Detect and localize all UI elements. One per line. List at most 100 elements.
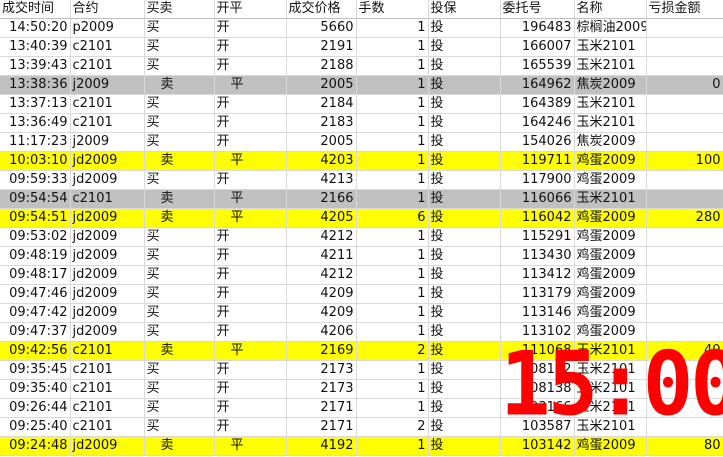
table-row[interactable]: 13:37:13 c2101 买开 2184 1 投 164389 玉米2101 [0,94,723,114]
cell-hedge: 投 [428,189,501,209]
cell-side: 买 [144,132,215,152]
cell-time: 09:54:54 [0,189,71,209]
cell-side: 卖 [144,151,215,171]
cell-time: 09:48:19 [0,246,71,266]
cell-qty: 1 [356,75,429,95]
table-row[interactable]: 13:40:39 c2101 买开 2191 1 投 166007 玉米2101 [0,37,723,57]
col-header-time[interactable]: 成交时间 [0,0,71,19]
col-header-qty[interactable]: 手数 [356,0,429,19]
cell-qty: 1 [356,132,429,152]
cell-qty: 1 [356,94,429,114]
cell-loss [646,227,723,247]
cell-oc: 平 [214,436,287,456]
cell-price: 4209 [286,284,357,304]
cell-hedge: 投 [428,322,501,342]
cell-loss [646,113,723,133]
table-row[interactable]: 11:17:23 j2009 买开 2005 1 投 154026 焦炭2009 [0,132,723,152]
cell-loss: 80 [646,436,723,456]
cell-name: 玉米2101 [574,94,647,114]
cell-loss [646,37,723,57]
table-row[interactable]: 09:24:48 jd2009 卖平 4192 1 投 103142 鸡蛋2009 80 [0,436,723,456]
cell-side: 卖 [144,341,215,361]
cell-oc: 开 [214,360,287,380]
table-row[interactable]: 09:54:54 c2101 卖平 2166 1 投 116066 玉米2101 [0,189,723,209]
table-row[interactable]: 09:48:17 jd2009 买开 4212 1 投 113412 鸡蛋2009 [0,265,723,285]
table-row[interactable]: 09:47:37 jd2009 买开 4206 1 投 113102 鸡蛋2009 [0,322,723,342]
cell-hedge: 投 [428,75,501,95]
cell-name: 鸡蛋2009 [574,208,647,228]
cell-qty: 1 [356,436,429,456]
cell-time: 13:36:49 [0,113,71,133]
cell-order: 116066 [500,189,575,209]
cell-oc: 开 [214,18,287,38]
cell-oc: 开 [214,227,287,247]
cell-price: 4205 [286,208,357,228]
cell-name: 鸡蛋2009 [574,303,647,323]
cell-loss [646,94,723,114]
cell-price: 2183 [286,113,357,133]
cell-name: 鸡蛋2009 [574,246,647,266]
cell-qty: 6 [356,208,429,228]
cell-qty: 1 [356,322,429,342]
table-row[interactable]: 10:03:10 jd2009 卖平 4203 1 投 119711 鸡蛋2009 100 [0,151,723,171]
cell-hedge: 投 [428,37,501,57]
table-row[interactable]: 14:50:20 p2009 买开 5660 1 投 196483 棕榈油2009 [0,18,723,38]
table-row[interactable]: 13:39:43 c2101 买开 2188 1 投 165539 玉米2101 [0,56,723,76]
cell-hedge: 投 [428,379,501,399]
cell-qty: 1 [356,284,429,304]
cell-price: 4212 [286,227,357,247]
digital-clock: 15:00:4 [500,340,723,428]
cell-price: 2166 [286,189,357,209]
cell-side: 买 [144,113,215,133]
col-header-side[interactable]: 买卖 [144,0,215,19]
cell-side: 买 [144,227,215,247]
cell-loss [646,246,723,266]
cell-time: 10:03:10 [0,151,71,171]
cell-name: 鸡蛋2009 [574,265,647,285]
cell-oc: 开 [214,246,287,266]
cell-oc: 开 [214,132,287,152]
cell-side: 买 [144,56,215,76]
cell-qty: 1 [356,18,429,38]
col-header-open-close[interactable]: 开平 [214,0,287,19]
col-header-contract[interactable]: 合约 [70,0,145,19]
cell-contract: j2009 [70,132,145,152]
cell-time: 13:40:39 [0,37,71,57]
cell-loss [646,18,723,38]
cell-name: 鸡蛋2009 [574,436,647,456]
table-row[interactable]: 09:47:46 jd2009 买开 4209 1 投 113179 鸡蛋2009 [0,284,723,304]
cell-side: 买 [144,246,215,266]
cell-hedge: 投 [428,436,501,456]
cell-price: 2173 [286,360,357,380]
cell-price: 2005 [286,75,357,95]
table-row[interactable]: 09:59:33 jd2009 买开 4213 1 投 117900 鸡蛋2009 [0,170,723,190]
col-header-name[interactable]: 名称 [574,0,647,19]
cell-qty: 1 [356,189,429,209]
cell-side: 卖 [144,208,215,228]
cell-contract: jd2009 [70,322,145,342]
cell-qty: 1 [356,227,429,247]
col-header-loss[interactable]: 亏损金额 [646,0,723,19]
cell-oc: 开 [214,265,287,285]
table-row[interactable]: 09:47:42 jd2009 买开 4209 1 投 113146 鸡蛋2009 [0,303,723,323]
table-row[interactable]: 13:36:49 c2101 买开 2183 1 投 164246 玉米2101 [0,113,723,133]
cell-side: 买 [144,379,215,399]
col-header-order-id[interactable]: 委托号 [500,0,575,19]
col-header-price[interactable]: 成交价格 [286,0,357,19]
cell-name: 玉米2101 [574,113,647,133]
cell-contract: c2101 [70,37,145,57]
table-row[interactable]: 09:53:02 jd2009 买开 4212 1 投 115291 鸡蛋2009 [0,227,723,247]
cell-side: 买 [144,303,215,323]
col-header-hedge[interactable]: 投保 [428,0,501,19]
cell-qty: 1 [356,170,429,190]
table-row[interactable]: 13:38:36 j2009 卖平 2005 1 投 164962 焦炭2009 0 [0,75,723,95]
table-row[interactable]: 09:54:51 jd2009 卖平 4205 6 投 116042 鸡蛋2009 280 [0,208,723,228]
cell-qty: 1 [356,37,429,57]
cell-contract: j2009 [70,75,145,95]
cell-price: 4211 [286,246,357,266]
cell-oc: 平 [214,189,287,209]
cell-order: 116042 [500,208,575,228]
cell-name: 玉米2101 [574,37,647,57]
cell-contract: jd2009 [70,284,145,304]
table-row[interactable]: 09:48:19 jd2009 买开 4211 1 投 113430 鸡蛋2009 [0,246,723,266]
